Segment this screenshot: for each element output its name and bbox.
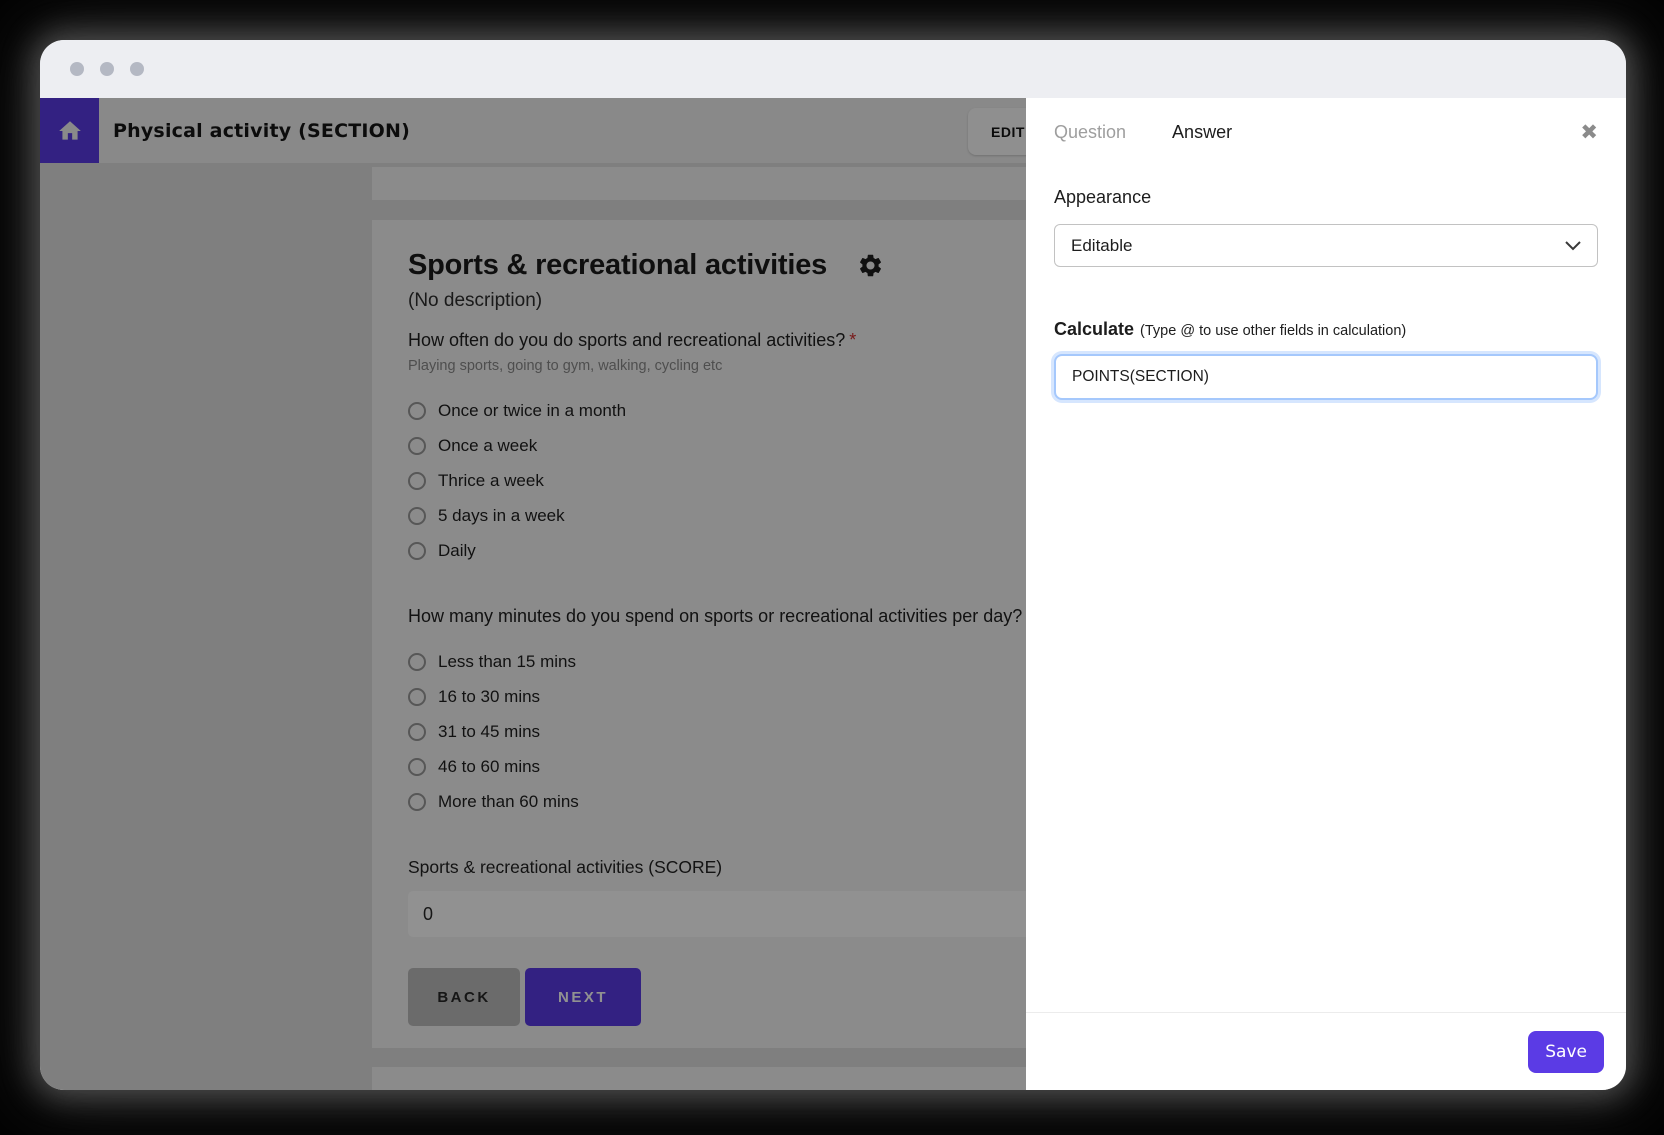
traffic-light-dot <box>100 62 114 76</box>
chevron-down-icon <box>1565 240 1581 250</box>
browser-window: Physical activity (SECTION) EDIT Sports … <box>40 40 1626 1090</box>
settings-drawer: Question Answer ✖ Appearance Editable Ca… <box>1026 98 1626 1090</box>
appearance-select[interactable]: Editable <box>1054 224 1598 267</box>
traffic-light-dot <box>130 62 144 76</box>
close-icon[interactable]: ✖ <box>1580 122 1598 143</box>
browser-titlebar <box>40 40 1626 98</box>
appearance-selected-value: Editable <box>1071 235 1133 255</box>
save-button[interactable]: Save <box>1528 1030 1604 1073</box>
appearance-label: Appearance <box>1054 187 1152 207</box>
calculate-input[interactable]: POINTS(SECTION) <box>1054 354 1598 400</box>
app-content: Physical activity (SECTION) EDIT Sports … <box>40 98 1626 1090</box>
traffic-light-dot <box>70 62 84 76</box>
tab-answer[interactable]: Answer <box>1172 122 1232 143</box>
calculate-note: (Type @ to use other fields in calculati… <box>1140 323 1407 339</box>
drawer-tabs: Question Answer ✖ <box>1054 98 1598 143</box>
calculate-label: Calculate (Type @ to use other fields in … <box>1054 319 1407 339</box>
tab-question[interactable]: Question <box>1054 122 1126 143</box>
drawer-footer: Save <box>1026 1012 1626 1090</box>
